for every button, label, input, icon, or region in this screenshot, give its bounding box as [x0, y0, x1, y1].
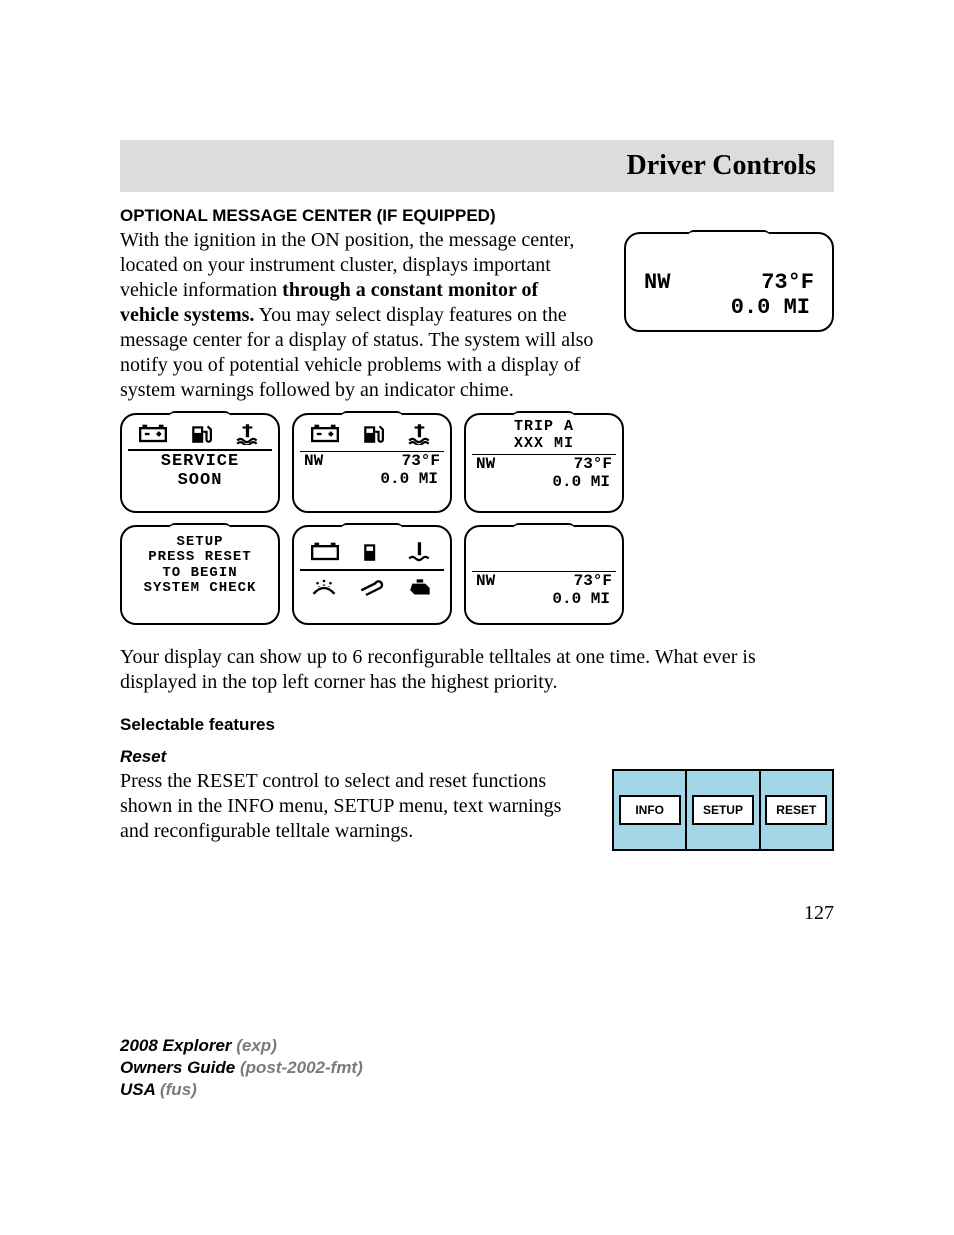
lcd-cell-trip: TRIP A XXX MI NW 73°F 0.0 MI: [464, 413, 624, 513]
battery-icon: [311, 423, 339, 445]
fuel-icon: [362, 541, 384, 563]
lcd-cell-telltales: [292, 525, 452, 625]
lcd-temp: 73°F: [574, 455, 612, 473]
lcd-line: TRIP A: [472, 419, 616, 436]
battery-icon: [139, 423, 167, 445]
info-button[interactable]: INFO: [619, 795, 681, 825]
footer-text: 2008 Explorer: [120, 1036, 232, 1055]
subsubsection-heading: Reset: [120, 747, 834, 767]
lcd-line: PRESS RESET: [128, 550, 272, 565]
lcd-odometer: 0.0 MI: [300, 470, 444, 488]
washer-icon: [310, 577, 338, 599]
lcd-compass: NW: [476, 572, 495, 590]
footer-text: USA: [120, 1080, 155, 1099]
lcd-temp: 73°F: [761, 270, 814, 295]
section-heading: OPTIONAL MESSAGE CENTER (IF EQUIPPED): [120, 206, 834, 226]
body-paragraph: With the ignition in the ON position, th…: [120, 228, 594, 403]
coolant-icon: [235, 423, 261, 445]
coolant-icon: [407, 423, 433, 445]
lcd-line: SOON: [128, 472, 272, 491]
subsection-heading: Selectable features: [120, 715, 834, 735]
lcd-cell-service: SERVICE SOON: [120, 413, 280, 513]
chapter-title: Driver Controls: [138, 150, 816, 188]
engine-icon: [408, 577, 434, 599]
lcd-line: SETUP: [128, 535, 272, 550]
lcd-cell-plain: NW 73°F 0.0 MI: [464, 525, 624, 625]
lcd-compass: NW: [476, 455, 495, 473]
footer-text: Owners Guide: [120, 1058, 235, 1077]
coolant-icon: [407, 541, 433, 563]
lcd-main-display: NW 73°F 0.0 MI: [624, 232, 834, 332]
lcd-odometer: 0.0 MI: [472, 473, 616, 491]
fuel-icon: [190, 423, 212, 445]
setup-button[interactable]: SETUP: [692, 795, 754, 825]
lcd-cell-status: NW 73°F 0.0 MI: [292, 413, 452, 513]
chapter-header: Driver Controls: [120, 140, 834, 192]
footer-text: (exp): [232, 1036, 277, 1055]
lcd-temp: 73°F: [574, 572, 612, 590]
lcd-line: SERVICE: [128, 453, 272, 472]
fuel-icon: [362, 423, 384, 445]
battery-icon: [311, 541, 339, 563]
wrench-icon: [359, 577, 387, 599]
lcd-compass: NW: [644, 270, 670, 295]
page-number: 127: [120, 902, 834, 925]
lcd-line: TO BEGIN: [128, 566, 272, 581]
footer: 2008 Explorer (exp) Owners Guide (post-2…: [120, 1035, 834, 1101]
lcd-line: XXX MI: [472, 436, 616, 453]
lcd-line: SYSTEM CHECK: [128, 581, 272, 596]
footer-text: (fus): [155, 1080, 197, 1099]
body-paragraph: Press the RESET control to select and re…: [120, 769, 582, 844]
button-panel: INFO SETUP RESET: [612, 769, 834, 851]
lcd-temp: 73°F: [402, 452, 440, 470]
footer-text: (post-2002-fmt): [235, 1058, 363, 1077]
lcd-odometer: 0.0 MI: [636, 295, 822, 320]
reset-button[interactable]: RESET: [765, 795, 827, 825]
lcd-compass: NW: [304, 452, 323, 470]
lcd-cell-setup: SETUP PRESS RESET TO BEGIN SYSTEM CHECK: [120, 525, 280, 625]
body-paragraph: Your display can show up to 6 reconfigur…: [120, 645, 834, 695]
lcd-odometer: 0.0 MI: [472, 590, 616, 608]
